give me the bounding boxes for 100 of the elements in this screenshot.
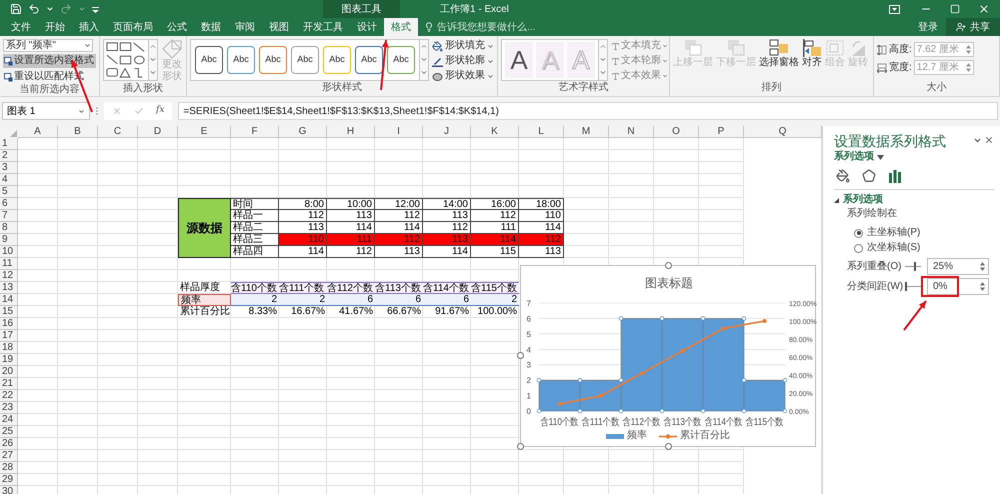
confirm-icon[interactable] xyxy=(134,106,144,116)
radio-button[interactable] xyxy=(854,244,863,252)
column-header[interactable]: B xyxy=(58,126,98,138)
column-header[interactable]: P xyxy=(699,126,744,138)
resize-handle[interactable] xyxy=(665,262,672,269)
sign-in-link[interactable]: 登录 xyxy=(910,18,946,36)
column-header[interactable]: C xyxy=(98,126,138,138)
ribbon-tab[interactable]: 视图 xyxy=(262,18,296,36)
row-header[interactable]: 24 xyxy=(0,414,18,426)
row-header[interactable]: 4 xyxy=(0,174,18,186)
row-header[interactable]: 12 xyxy=(0,270,18,282)
undo-icon[interactable] xyxy=(28,3,40,15)
resize-handle[interactable] xyxy=(665,443,672,450)
column-header[interactable]: K xyxy=(471,126,519,138)
series-dropdown[interactable]: 系列 "频率" xyxy=(3,39,93,52)
shape-style-swatch[interactable]: Abc xyxy=(259,46,287,74)
cancel-icon[interactable] xyxy=(112,106,122,116)
pane-tab[interactable] xyxy=(862,169,876,183)
shape-style-swatch[interactable]: Abc xyxy=(323,46,351,74)
share-button[interactable]: 共享 xyxy=(946,18,1000,36)
row-header[interactable]: 5 xyxy=(0,186,18,198)
row-header[interactable]: 6 xyxy=(0,198,18,210)
shape-style-swatch[interactable]: Abc xyxy=(355,46,383,74)
radio-option[interactable]: 主坐标轴(P) xyxy=(854,227,994,239)
column-header[interactable]: D xyxy=(138,126,178,138)
line-point[interactable] xyxy=(762,319,766,323)
row-header[interactable]: 14 xyxy=(0,294,18,306)
shape-style-swatch[interactable]: Abc xyxy=(291,46,319,74)
column-header[interactable]: G xyxy=(279,126,327,138)
slider[interactable] xyxy=(905,262,921,271)
ribbon-command[interactable]: 形状填充 xyxy=(432,40,494,52)
name-box[interactable]: 图表 1 xyxy=(2,102,90,120)
ribbon-tab[interactable]: 设计 xyxy=(350,18,384,36)
customize-icon[interactable] xyxy=(92,6,99,12)
row-header[interactable]: 26 xyxy=(0,438,18,450)
ribbon-button[interactable]: 设置所选内容格式 xyxy=(3,54,96,68)
spin-field[interactable]: 25% xyxy=(927,258,989,275)
column-header[interactable]: N xyxy=(609,126,654,138)
formula-field[interactable]: =SERIES(Sheet1!$E$14,Sheet1!$F$13:$K$13,Sheet1!$F$14:$K$14,1) xyxy=(178,102,998,120)
row-header[interactable]: 23 xyxy=(0,402,18,414)
ribbon-tab[interactable]: 开发工具 xyxy=(296,18,350,36)
shape-style-swatch[interactable]: Abc xyxy=(195,46,223,74)
resize-handle[interactable] xyxy=(517,443,524,450)
row-header[interactable]: 2 xyxy=(0,150,18,162)
column-header[interactable]: F xyxy=(231,126,279,138)
column-header[interactable]: L xyxy=(519,126,564,138)
wordart-style[interactable]: A xyxy=(505,42,533,78)
shape-style-swatch[interactable]: Abc xyxy=(227,46,255,74)
chart-bar[interactable] xyxy=(662,318,704,412)
row-header[interactable]: 11 xyxy=(0,258,18,270)
row-header[interactable]: 1 xyxy=(0,138,18,150)
radio-option[interactable]: 次坐标轴(S) xyxy=(854,242,994,254)
chart-bar[interactable] xyxy=(538,380,580,412)
chart-bar[interactable] xyxy=(744,380,786,412)
column-header[interactable]: M xyxy=(564,126,609,138)
slider-thumb[interactable] xyxy=(914,262,916,271)
spin-field[interactable]: 0% xyxy=(927,278,989,295)
ribbon-tab[interactable]: 数据 xyxy=(194,18,228,36)
row-header[interactable]: 20 xyxy=(0,366,18,378)
pane-tab[interactable] xyxy=(836,169,850,183)
ribbon-tab[interactable]: 页面布局 xyxy=(106,18,160,36)
tell-me-field[interactable]: 告诉我您想要做什么... xyxy=(437,20,567,34)
row-header[interactable]: 10 xyxy=(0,246,18,258)
chart-bar[interactable] xyxy=(620,318,662,412)
ribbon-tab[interactable]: 文件 xyxy=(4,18,38,36)
row-header[interactable]: 19 xyxy=(0,354,18,366)
ribbon-tab[interactable]: 公式 xyxy=(160,18,194,36)
resize-handle[interactable] xyxy=(517,352,524,359)
row-header[interactable]: 15 xyxy=(0,306,18,318)
row-header[interactable]: 29 xyxy=(0,474,18,486)
slider[interactable] xyxy=(905,282,921,291)
row-header[interactable]: 28 xyxy=(0,462,18,474)
ribbon-tab[interactable]: 插入 xyxy=(72,18,106,36)
radio-button[interactable] xyxy=(854,228,863,238)
restore-icon[interactable] xyxy=(950,4,960,14)
ribbon-command[interactable]: 形状效果 xyxy=(432,70,494,82)
column-header[interactable]: H xyxy=(327,126,375,138)
arrange-command[interactable]: 对齐 xyxy=(802,39,822,69)
shape-gallery-drawing[interactable] xyxy=(103,39,149,81)
column-header[interactable]: O xyxy=(654,126,699,138)
pane-tab[interactable] xyxy=(888,169,902,183)
column-header[interactable]: I xyxy=(375,126,423,138)
row-header[interactable]: 25 xyxy=(0,426,18,438)
row-header[interactable]: 13 xyxy=(0,282,18,294)
row-header[interactable]: 18 xyxy=(0,342,18,354)
row-header[interactable]: 3 xyxy=(0,162,18,174)
options-menu[interactable]: 系列选项 xyxy=(834,151,884,163)
ribbon-tab[interactable]: 审阅 xyxy=(228,18,262,36)
row-header[interactable]: 8 xyxy=(0,222,18,234)
row-header[interactable]: 17 xyxy=(0,330,18,342)
ribbon-display-icon[interactable] xyxy=(889,4,900,14)
row-header[interactable]: 21 xyxy=(0,378,18,390)
section-header[interactable]: 系列选项 xyxy=(834,194,883,206)
row-header[interactable]: 9 xyxy=(0,234,18,246)
column-header[interactable]: Q xyxy=(744,126,822,138)
row-header[interactable]: 7 xyxy=(0,210,18,222)
arrange-command[interactable]: 选择窗格 xyxy=(759,39,799,69)
chart-bar[interactable] xyxy=(580,380,622,412)
column-header[interactable]: A xyxy=(18,126,58,138)
insert-function-button[interactable]: fx xyxy=(156,104,164,118)
